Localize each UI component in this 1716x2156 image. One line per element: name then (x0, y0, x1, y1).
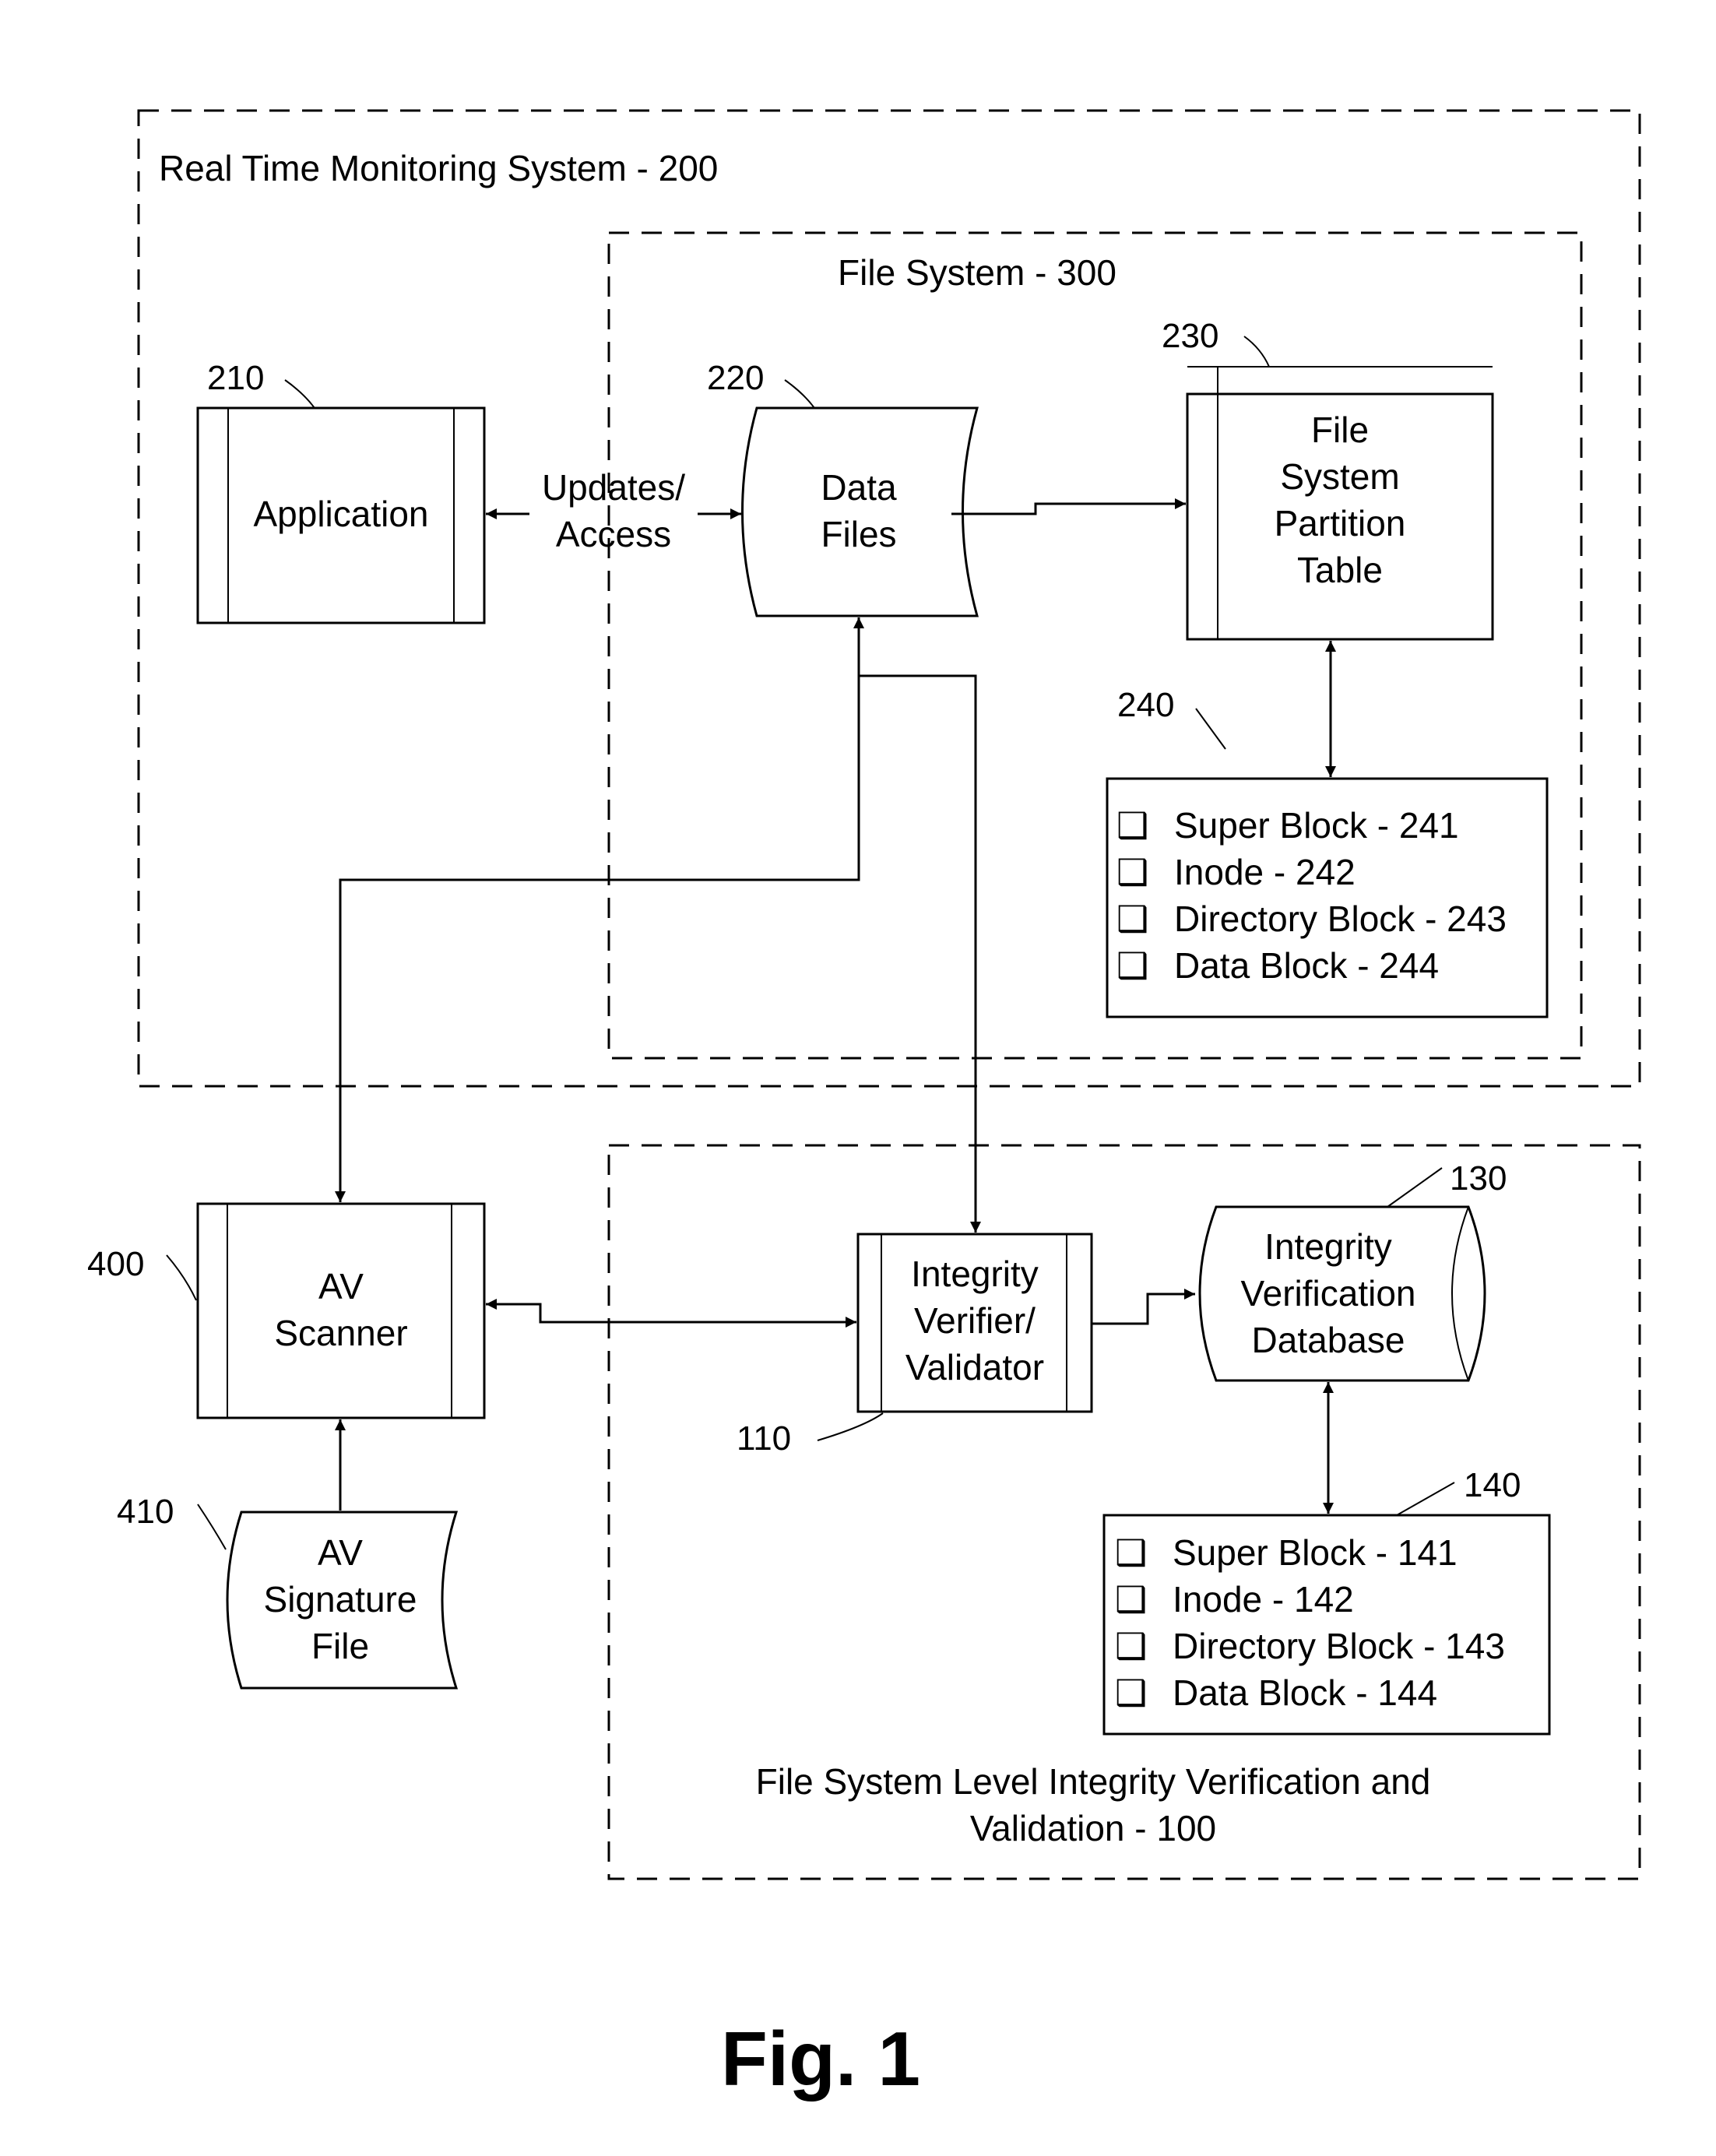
av-scanner-ref: 400 (87, 1245, 144, 1283)
checkbox-icon: ❑ (1115, 1532, 1147, 1573)
verification-metadata-list: 140 ❑ Super Block - 141 ❑ Inode - 142 ❑ … (1102, 1466, 1551, 1736)
partition-table-label-line1: File (1311, 410, 1369, 450)
integrity-database-label-line2: Verification (1240, 1273, 1415, 1314)
list-item-label: Super Block - 241 (1174, 805, 1459, 846)
integrity-verifier-label-line2: Verifier/ (914, 1300, 1036, 1341)
integrity-database-label-line1: Integrity (1264, 1226, 1392, 1267)
application-ref: 210 (207, 359, 264, 397)
av-signature-label-line2: Signature (264, 1579, 417, 1620)
integrity-verifier-node: Integrity Verifier/ Validator 110 (737, 1233, 1093, 1458)
checkbox-icon: ❑ (1116, 899, 1148, 939)
checkbox-icon: ❑ (1115, 1579, 1147, 1620)
partition-table-label-line3: Partition (1275, 503, 1406, 543)
list-item-label: Data Block - 144 (1173, 1672, 1437, 1713)
file-system-title: File System - 300 (838, 252, 1116, 293)
verification-metadata-list-ref: 140 (1464, 1466, 1521, 1504)
checkbox-icon: ❑ (1116, 945, 1148, 986)
data-files-to-integrity-verifier-arrow (859, 674, 981, 1233)
checkbox-icon: ❑ (1116, 805, 1148, 846)
integrity-database-ref: 130 (1450, 1159, 1507, 1198)
av-scanner-label-line2: Scanner (274, 1313, 407, 1353)
list-item-label: Directory Block - 243 (1174, 899, 1507, 939)
data-files-label-line1: Data (821, 467, 897, 508)
data-files-node: Data Files 220 (707, 359, 979, 617)
integrity-verifier-ref: 110 (737, 1419, 791, 1458)
checkbox-icon: ❑ (1116, 852, 1148, 892)
partition-table-label-line4: Table (1297, 550, 1383, 590)
application-node: Application 210 (196, 359, 486, 624)
integrity-verifier-label-line3: Validator (905, 1347, 1044, 1388)
data-files-to-partition-table-arrow (951, 498, 1186, 515)
list-item: ❑ Directory Block - 243 (1116, 899, 1507, 939)
partition-table-node: File System Partition Table 230 (1162, 317, 1494, 641)
integrity-database-node: Integrity Verification Database 130 (1198, 1159, 1507, 1382)
checkbox-icon: ❑ (1115, 1626, 1147, 1666)
integrity-database-label-line3: Database (1252, 1320, 1405, 1360)
list-item-label: Data Block - 244 (1174, 945, 1439, 986)
av-scanner-node: AV Scanner 400 (87, 1202, 486, 1419)
patent-figure: Real Time Monitoring System - 200 File S… (87, 109, 1641, 2101)
av-signature-file-node: AV Signature File 410 (117, 1493, 459, 1690)
updates-access-edge: Updates/ Access (486, 467, 741, 554)
list-item-label: Directory Block - 143 (1173, 1626, 1505, 1666)
av-signature-label-line3: File (311, 1626, 369, 1666)
fs-metadata-list-ref: 240 (1117, 686, 1174, 724)
partition-table-label-line2: System (1280, 456, 1399, 497)
integrity-verification-container: File System Level Integrity Verification… (607, 1144, 1641, 1880)
scanner-verifier-arrow (486, 1299, 856, 1328)
real-time-monitoring-title: Real Time Monitoring System - 200 (159, 148, 718, 188)
integrity-verification-title-line2: Validation - 100 (970, 1808, 1216, 1848)
integrity-verification-title-line1: File System Level Integrity Verification… (756, 1761, 1431, 1802)
av-scanner-to-data-files-arrow (335, 617, 864, 1202)
updates-access-label-line1: Updates/ (542, 467, 685, 508)
list-item-label: Inode - 242 (1174, 852, 1356, 892)
list-item-label: Super Block - 141 (1173, 1532, 1458, 1573)
data-files-label-line2: Files (821, 514, 896, 554)
list-item-label: Inode - 142 (1173, 1579, 1354, 1620)
data-files-ref: 220 (707, 359, 764, 397)
av-signature-ref: 410 (117, 1493, 174, 1531)
av-signature-label-line1: AV (318, 1532, 363, 1573)
list-item: ❑ Directory Block - 143 (1115, 1626, 1505, 1666)
fs-metadata-list: 240 ❑ Super Block - 241 ❑ Inode - 242 ❑ … (1106, 686, 1549, 1018)
checkbox-icon: ❑ (1115, 1672, 1147, 1713)
integrity-verifier-label-line1: Integrity (911, 1254, 1039, 1294)
application-label: Application (253, 494, 428, 534)
verifier-to-database-arrow (1092, 1289, 1195, 1325)
av-scanner-label-line1: AV (318, 1266, 364, 1307)
updates-access-label-line2: Access (556, 514, 671, 554)
partition-table-ref: 230 (1162, 317, 1218, 355)
figure-label: Fig. 1 (721, 2016, 920, 2101)
